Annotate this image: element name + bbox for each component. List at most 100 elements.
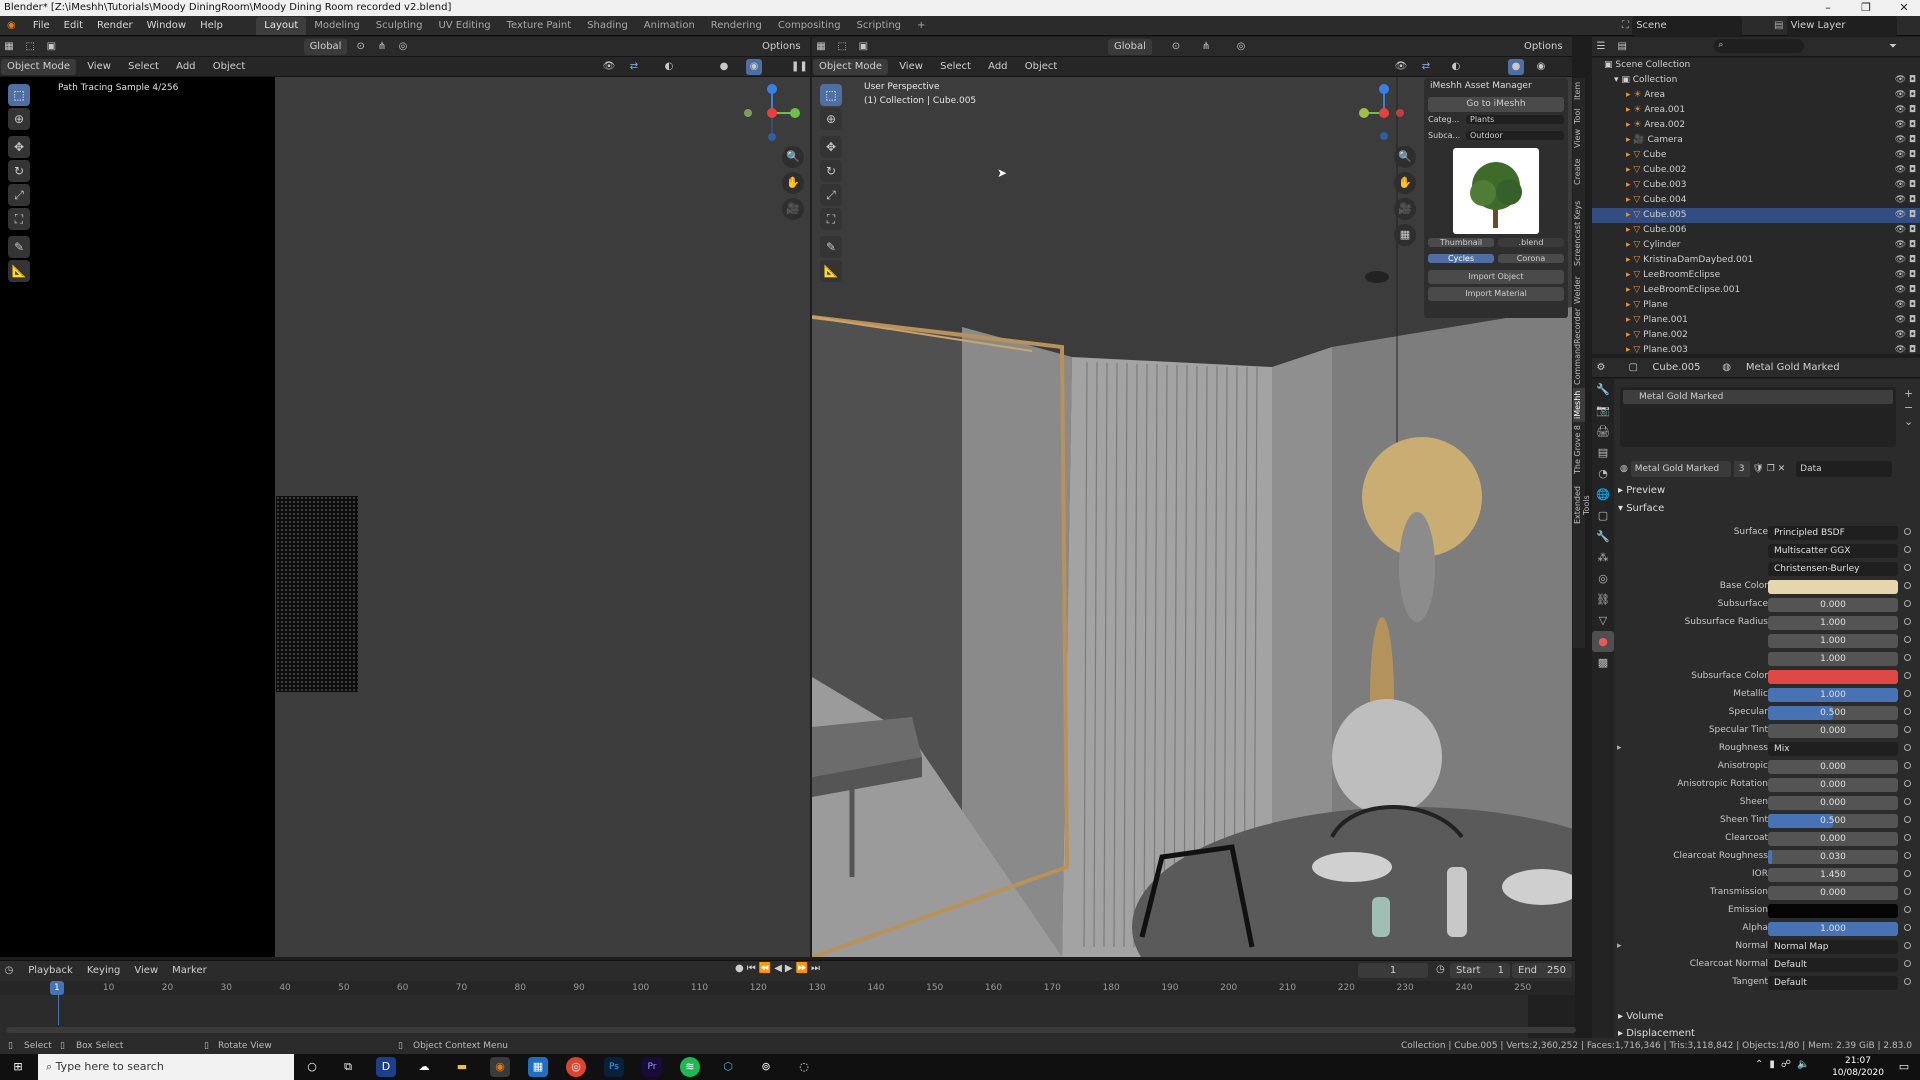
workspace-tab-layout[interactable]: Layout	[256, 17, 307, 35]
timeline-scrollbar[interactable]	[6, 1027, 1576, 1033]
preview-range-icon[interactable]: ◷	[1436, 964, 1445, 975]
visibility-eye-icon[interactable]: 👁 ◘	[1895, 133, 1916, 148]
view-layer-selector[interactable]: ▤ View Layer	[1774, 16, 1897, 36]
property-field[interactable]: 0.500	[1768, 814, 1898, 828]
options-left[interactable]: Options	[756, 39, 807, 55]
unlink-icon[interactable]: ✕	[1778, 464, 1786, 474]
subcategory-dropdown[interactable]: Outdoor	[1466, 131, 1564, 140]
add-menu-right[interactable]: Add	[982, 59, 1013, 75]
app-icon-2[interactable]: ☁	[414, 1057, 434, 1077]
blender-logo-icon[interactable]: ◉	[0, 16, 23, 36]
socket-dot-icon[interactable]	[1904, 924, 1911, 931]
visibility-eye-icon[interactable]: 👁 ◘	[1895, 178, 1916, 193]
sidebar-tab-view[interactable]: View	[1573, 128, 1585, 150]
outliner-item[interactable]: ▸ ▽ KristinaDamDaybed.001 👁 ◘	[1592, 253, 1920, 268]
property-field[interactable]: 0.000	[1768, 760, 1898, 774]
outliner-item[interactable]: ▸ ▽ Cube.004 👁 ◘	[1592, 193, 1920, 208]
app-icon-4[interactable]: ⊚	[756, 1057, 776, 1077]
minimize-icon[interactable]: –	[1813, 0, 1843, 16]
timeline-menu-playback[interactable]: Playback	[22, 963, 79, 979]
add-slot-icon[interactable]: +	[1904, 387, 1913, 401]
property-field[interactable]	[1768, 580, 1898, 594]
rotate-tool-icon[interactable]: ↻	[8, 160, 30, 182]
property-field[interactable]: 0.000	[1768, 724, 1898, 738]
add-menu-left[interactable]: Add	[170, 59, 201, 75]
material-datablock-name[interactable]: Metal Gold Marked	[1630, 461, 1731, 477]
outliner-item[interactable]: ▸ ▽ Cube.006 👁 ◘	[1592, 223, 1920, 238]
property-field[interactable]: Multiscatter GGX	[1768, 544, 1898, 558]
property-field[interactable]: 1.000	[1768, 634, 1898, 648]
property-field[interactable]: 1.000	[1768, 616, 1898, 630]
timeline-menu-view[interactable]: View	[128, 963, 164, 979]
task-view-icon[interactable]: ⧉	[338, 1057, 358, 1077]
property-field[interactable]: 0.000	[1768, 598, 1898, 612]
taskbar-search-box[interactable]: ⌕ Type here to search	[38, 1054, 294, 1080]
properties-editor-icon[interactable]: ⚙	[1593, 360, 1609, 376]
socket-dot-icon[interactable]	[1904, 690, 1911, 697]
visibility-eye-icon[interactable]: 👁 ◘	[1895, 148, 1916, 163]
transform-orientation-left[interactable]: Global	[303, 39, 348, 55]
outliner-item[interactable]: ▸ ▽ Plane 👁 ◘	[1592, 298, 1920, 313]
visibility-icon-right[interactable]: 👁	[1393, 59, 1409, 75]
output-tab-icon[interactable]: 🖨	[1592, 421, 1614, 442]
app-icon-5[interactable]: ◌	[794, 1057, 814, 1077]
corona-button[interactable]: Corona	[1498, 254, 1564, 263]
outliner-item[interactable]: ▸ ☀ Area.002 👁 ◘	[1592, 118, 1920, 133]
scene-selector[interactable]: ⛶ Scene	[1622, 16, 1743, 36]
app-icon-1[interactable]: D	[376, 1057, 396, 1077]
transform-tool-icon[interactable]: ⛶	[8, 208, 30, 230]
transform-tool-icon-right[interactable]: ⛶	[820, 208, 842, 230]
outliner-item[interactable]: ▸ ▽ Plane.002 👁 ◘	[1592, 328, 1920, 343]
blender-taskbar-icon[interactable]: ◉	[490, 1057, 510, 1077]
workspace-tab-compositing[interactable]: Compositing	[770, 17, 849, 35]
proportional-icon[interactable]: ◎	[395, 39, 411, 55]
socket-dot-icon[interactable]	[1904, 834, 1911, 841]
property-field[interactable]: 0.000	[1768, 832, 1898, 846]
visibility-eye-icon[interactable]: 👁 ◘	[1895, 343, 1916, 358]
socket-dot-icon[interactable]	[1904, 546, 1911, 553]
property-field[interactable]: Default	[1768, 958, 1898, 972]
transform-orientation-right[interactable]: Global	[1108, 39, 1152, 55]
sidebar-tab-tool[interactable]: Tool	[1573, 106, 1585, 126]
outliner-item[interactable]: ▸ ▽ Cube.005 👁 ◘	[1592, 208, 1920, 223]
select-menu-left[interactable]: Select	[122, 59, 165, 75]
view-layer-tab-icon[interactable]: ▤	[1592, 442, 1614, 463]
fake-user-icon[interactable]: 🛡	[1752, 464, 1763, 474]
visibility-eye-icon[interactable]: 👁 ◘	[1895, 223, 1916, 238]
current-frame-field[interactable]: 1	[1358, 963, 1428, 978]
select-menu-right[interactable]: Select	[934, 59, 977, 75]
tray-volume-icon[interactable]: 🔈	[1797, 1059, 1815, 1070]
socket-dot-icon[interactable]	[1904, 636, 1911, 643]
tray-network-icon[interactable]: ☍	[1781, 1059, 1797, 1070]
property-field[interactable]: Mix	[1768, 742, 1898, 756]
windows-start-icon[interactable]: ⊞	[8, 1057, 28, 1077]
property-field[interactable]: Normal Map	[1768, 940, 1898, 954]
select-box-icon-right[interactable]: ⬚	[834, 39, 850, 55]
sidebar-tab-commandrecorder[interactable]: CommandRecorder	[1573, 308, 1585, 386]
visibility-eye-icon[interactable]: 👁 ◘	[1895, 298, 1916, 313]
material-browse-icon[interactable]: ◍	[1620, 464, 1628, 474]
frame-ruler[interactable]: 1 10 20 30 40 50 60 70 80 90 100 110 120 130 140 150 160…	[0, 981, 1575, 1025]
filter-icon[interactable]: ⏷	[1885, 39, 1901, 55]
socket-dot-icon[interactable]	[1904, 582, 1911, 589]
workspace-tab-animation[interactable]: Animation	[636, 17, 703, 35]
outliner-item[interactable]: ▸ ☀ Area 👁 ◘	[1592, 88, 1920, 103]
outliner-item[interactable]: ▸ ▽ LeeBroomEclipse.001 👁 ◘	[1592, 283, 1920, 298]
proportional-icon-right[interactable]: ◎	[1233, 39, 1249, 55]
visibility-eye-icon[interactable]: 👁 ◘	[1895, 283, 1916, 298]
file-explorer-icon[interactable]: ▬	[452, 1057, 472, 1077]
sidebar-tab-the-grove-8[interactable]: The Grove 8	[1573, 424, 1585, 476]
property-field[interactable]: Default	[1768, 976, 1898, 990]
menu-window[interactable]: Window	[140, 16, 193, 36]
timeline-menu-marker[interactable]: Marker	[166, 963, 213, 979]
goto-imeshh-button[interactable]: Go to iMeshh	[1428, 97, 1564, 112]
play-icon[interactable]: ▶	[785, 963, 796, 974]
outliner-item[interactable]: ▸ ▽ Plane.003 👁 ◘	[1592, 343, 1920, 358]
socket-dot-icon[interactable]	[1904, 708, 1911, 715]
outliner-item[interactable]: ▸ ☀ Area.001 👁 ◘	[1592, 103, 1920, 118]
import-object-button[interactable]: Import Object	[1428, 270, 1564, 284]
mode-icons-right[interactable]: ▣	[855, 39, 871, 55]
gizmo-icon[interactable]: ⇄	[626, 59, 642, 75]
import-material-button[interactable]: Import Material	[1428, 287, 1564, 301]
duplicate-icon[interactable]: ❐	[1767, 464, 1775, 474]
